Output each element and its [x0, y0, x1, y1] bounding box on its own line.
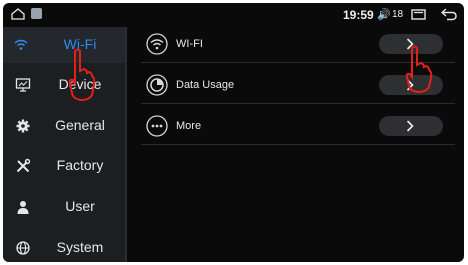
back-icon[interactable] [441, 7, 457, 21]
data-usage-icon [146, 74, 168, 96]
sidebar-item-user[interactable]: User [3, 189, 125, 225]
sidebar-item-factory[interactable]: Factory [3, 148, 125, 184]
status-time: 19:59 [343, 8, 374, 22]
wifi-icon [14, 39, 28, 50]
settings-sidebar: Wi-Fi Device General Factory User System [3, 27, 125, 262]
sidebar-item-system[interactable]: System [3, 230, 125, 262]
row-label: WI-FI [176, 38, 203, 50]
volume-level: 18 [392, 9, 404, 20]
tap-hand-annotation-icon [68, 48, 96, 102]
sidebar-item-general[interactable]: General [3, 108, 125, 144]
settings-row-more[interactable]: More [141, 110, 455, 145]
sidebar-item-label: User [65, 198, 95, 214]
sidebar-item-label: System [56, 239, 104, 255]
status-bar: 19:59 🔊 18 [3, 3, 464, 27]
globe-icon [16, 241, 30, 255]
wifi-icon [146, 33, 168, 55]
home-icon[interactable] [11, 8, 25, 20]
tap-hand-annotation-icon [405, 45, 433, 94]
row-label: Data Usage [176, 79, 235, 91]
monitor-icon [15, 78, 31, 92]
recent-apps-icon[interactable] [411, 9, 426, 20]
row-label: More [176, 120, 202, 132]
volume-icon: 🔊 [377, 9, 391, 21]
sidebar-divider [125, 27, 127, 262]
gear-icon [16, 119, 30, 133]
chevron-right-icon [406, 120, 414, 132]
sidebar-item-device[interactable]: Device [3, 67, 125, 103]
tools-icon [16, 158, 31, 173]
sidebar-item-wifi[interactable]: Wi-Fi [3, 27, 125, 63]
sidebar-item-label: General [55, 117, 105, 133]
screen: 19:59 🔊 18 Wi-Fi Device General Factory … [3, 3, 464, 262]
user-icon [17, 201, 29, 214]
more-open-button[interactable] [379, 116, 443, 136]
app-thumbnail-icon [31, 8, 42, 19]
more-icon [146, 115, 168, 137]
sidebar-item-label: Factory [56, 157, 104, 173]
